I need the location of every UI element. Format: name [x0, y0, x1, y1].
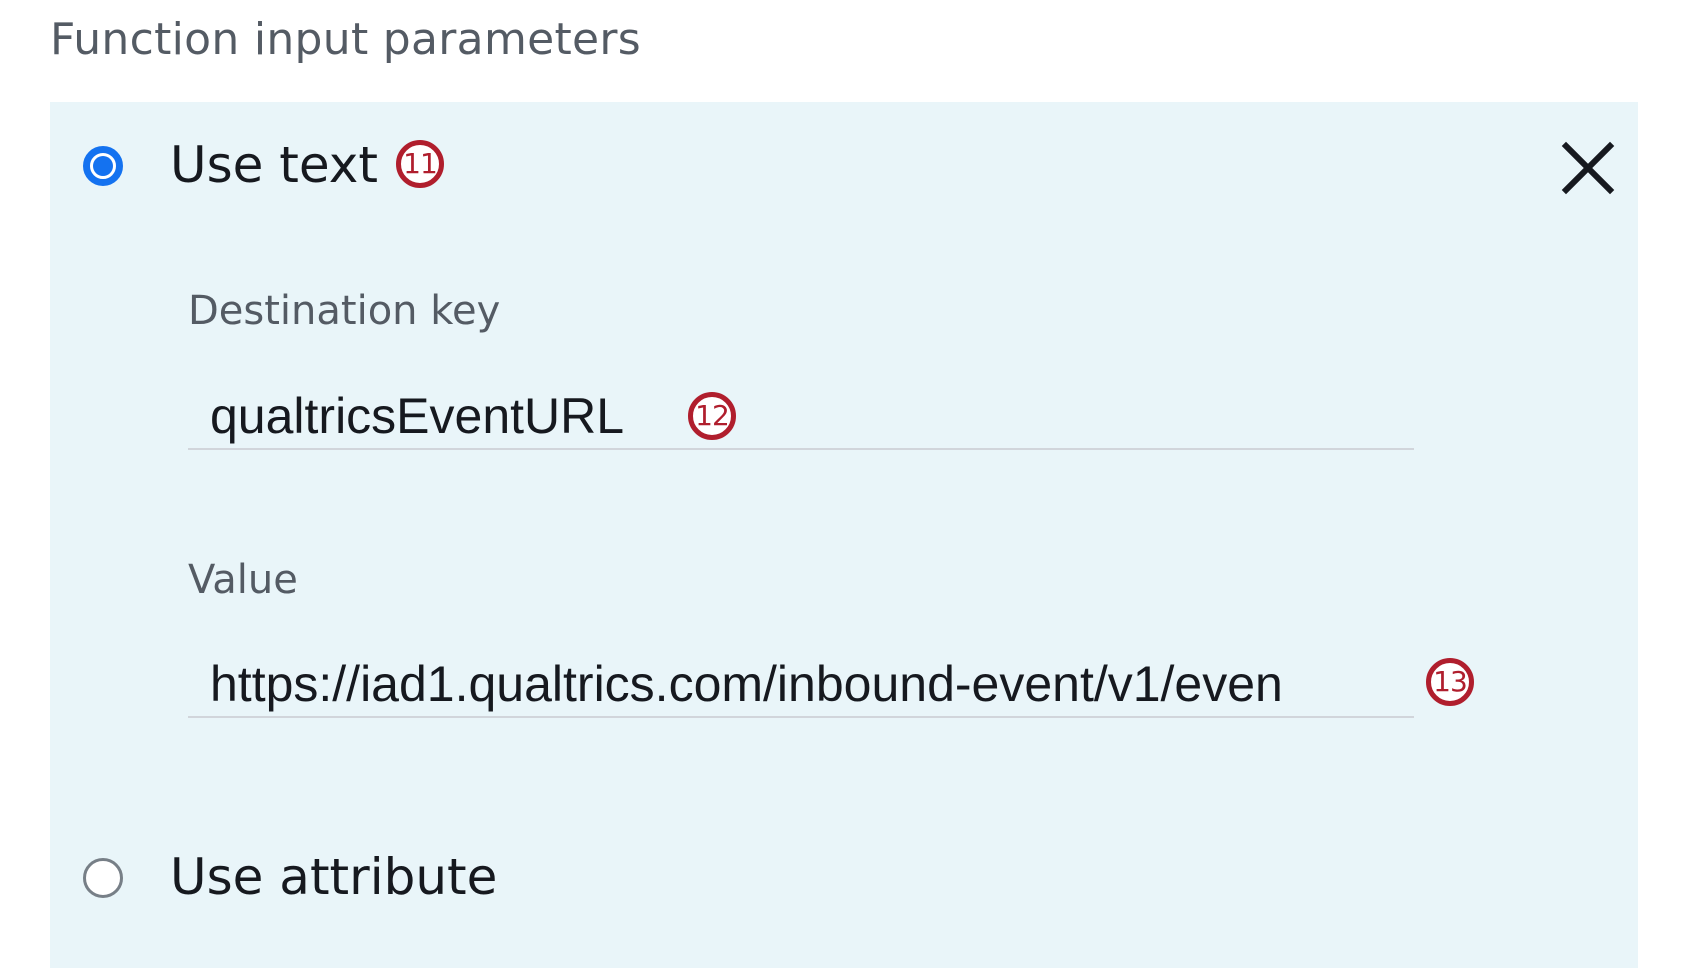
close-icon: [1561, 141, 1615, 195]
use-text-label[interactable]: Use text: [170, 136, 378, 194]
callout-badge-13: 13: [1426, 658, 1474, 706]
close-button[interactable]: [1558, 138, 1618, 198]
callout-badge-11: 11: [396, 140, 444, 188]
use-text-radio[interactable]: [83, 146, 123, 186]
destination-key-input[interactable]: [188, 384, 1414, 450]
destination-key-label: Destination key: [188, 288, 501, 334]
use-attribute-radio[interactable]: [83, 858, 123, 898]
value-input[interactable]: [188, 652, 1414, 718]
section-title: Function input parameters: [50, 14, 642, 65]
callout-badge-12: 12: [688, 392, 736, 440]
use-attribute-label[interactable]: Use attribute: [170, 848, 497, 906]
value-label: Value: [188, 557, 298, 603]
input-parameters-panel: Use text 11 Destination key 12 Value 13 …: [50, 102, 1638, 968]
